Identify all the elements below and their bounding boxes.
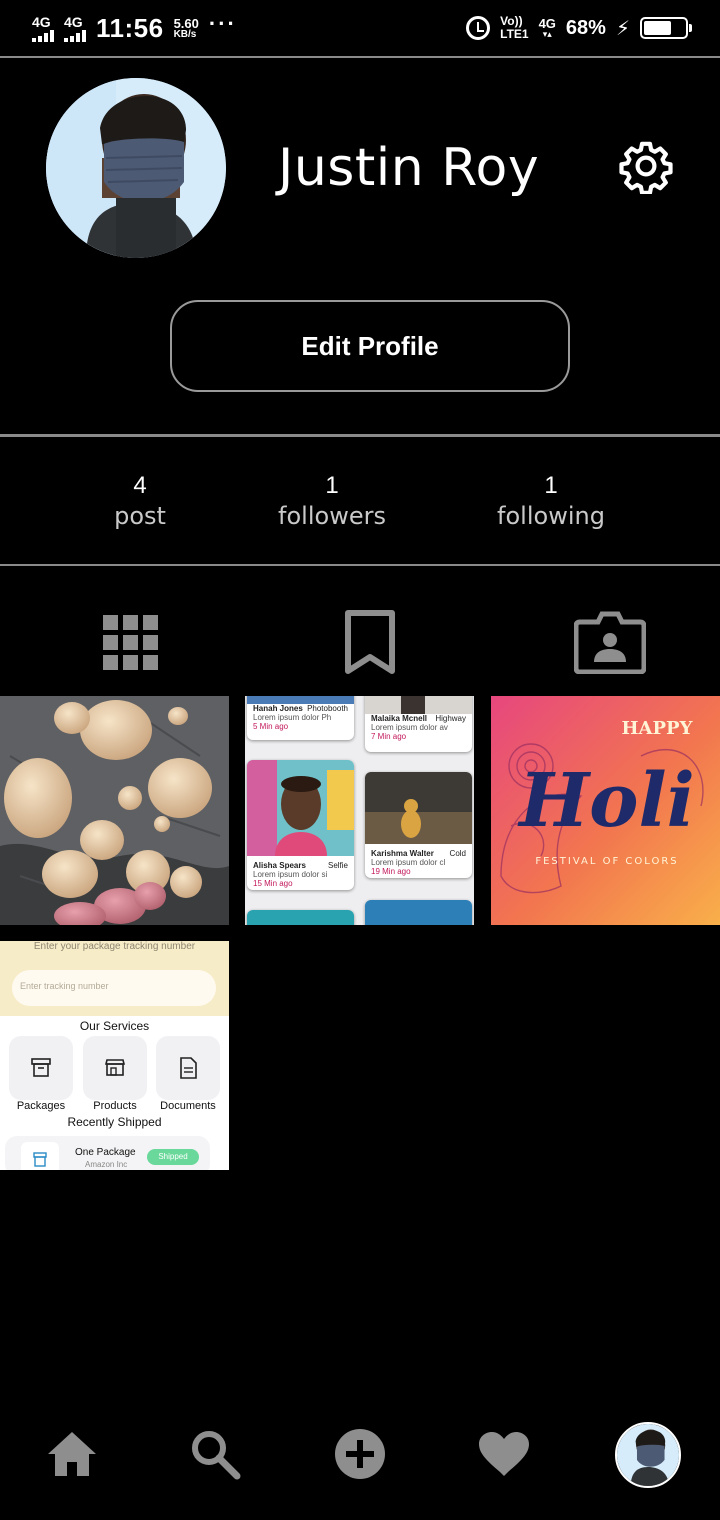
service-products <box>83 1036 147 1100</box>
network-type-icon: 4G ▾▴ <box>538 16 556 39</box>
holi-happy-text: HAPPY <box>622 718 694 739</box>
edit-profile-button[interactable]: Edit Profile <box>170 300 570 392</box>
stat-following-label: following <box>497 502 605 530</box>
stat-followers-label: followers <box>278 502 386 530</box>
service-documents <box>156 1036 220 1100</box>
stat-posts-label: post <box>114 502 166 530</box>
home-icon <box>48 1432 96 1476</box>
tab-saved[interactable] <box>334 606 406 678</box>
status-bar: 4G 4G 11:56 5.60 KB/s ··· Vo)) LTE1 4G ▾… <box>0 0 720 56</box>
network-speed: 5.60 KB/s <box>173 15 199 40</box>
feed-card <box>365 900 472 925</box>
stats-divider <box>0 564 720 566</box>
clock: 11:56 <box>96 12 164 43</box>
bookmark-icon <box>345 610 395 674</box>
profile-name: Justin Roy <box>278 138 540 198</box>
post-thumbnail-tracking-app[interactable]: Enter your package tracking number Enter… <box>0 941 229 1170</box>
post-thumbnail-feed-app[interactable]: Hanah Jones Photobooth Lorem ipsum dolor … <box>245 696 474 925</box>
shipment-card: One Package Amazon Inc Shipped <box>5 1136 210 1170</box>
shipped-badge: Shipped <box>147 1149 199 1165</box>
stat-following[interactable]: 1 following <box>497 470 605 530</box>
settings-gear-icon[interactable] <box>618 138 674 195</box>
stat-posts[interactable]: 4 post <box>114 470 166 530</box>
post-thumbnail-potatoes[interactable] <box>0 696 229 925</box>
tracking-field: Enter tracking number <box>12 970 216 1006</box>
more-notifications-icon: ··· <box>208 11 237 36</box>
alarm-icon <box>466 16 491 40</box>
nav-home[interactable] <box>40 1422 104 1486</box>
tab-tagged[interactable] <box>574 606 646 678</box>
battery-percent: 68% <box>565 16 606 39</box>
holi-subtitle-text: FESTIVAL OF COLORS <box>535 856 678 867</box>
service-packages <box>9 1036 73 1100</box>
nav-search[interactable] <box>183 1422 247 1486</box>
search-icon <box>192 1431 241 1480</box>
tagged-photos-icon <box>574 611 646 674</box>
stat-followers-count: 1 <box>325 472 339 499</box>
sim1-signal-icon: 4G <box>32 15 54 42</box>
battery-icon <box>640 17 692 39</box>
nav-add-post[interactable] <box>328 1422 392 1486</box>
charging-icon: ⚡ <box>615 17 630 40</box>
volte-indicator: Vo)) LTE1 <box>500 14 529 41</box>
feed-card: Malaika Mcnell Highway Lorem ipsum dolor … <box>365 696 472 752</box>
services-title: Our Services <box>79 1019 150 1033</box>
tracking-prompt: Enter your package tracking number <box>33 941 196 952</box>
top-divider <box>0 56 720 58</box>
nav-profile-avatar[interactable] <box>615 1422 681 1488</box>
post-thumbnail-holi[interactable]: HAPPY Holi FESTIVAL OF COLORS <box>491 696 720 925</box>
nav-activity[interactable] <box>472 1422 536 1486</box>
stat-followers[interactable]: 1 followers <box>278 470 386 530</box>
grid-icon <box>103 615 158 670</box>
feed-card: Karishma Walter Cold Lorem ipsum dolor cl… <box>365 772 472 878</box>
recent-title: Recently Shipped <box>67 1115 162 1129</box>
feed-card: Hanah Jones Photobooth Lorem ipsum dolor … <box>247 696 354 740</box>
tab-grid[interactable] <box>94 606 166 678</box>
holi-title-text: Holi <box>517 758 695 844</box>
feed-card <box>247 910 354 925</box>
battery-level <box>644 21 672 35</box>
profile-divider <box>0 434 720 437</box>
profile-avatar[interactable] <box>46 78 226 258</box>
stat-following-count: 1 <box>544 472 558 499</box>
heart-icon <box>479 1432 529 1476</box>
feed-card: Alisha Spears Selfie Lorem ipsum dolor si… <box>247 760 354 890</box>
sim2-signal-icon: 4G <box>64 15 86 42</box>
add-icon <box>335 1429 385 1479</box>
stat-posts-count: 4 <box>133 472 147 499</box>
